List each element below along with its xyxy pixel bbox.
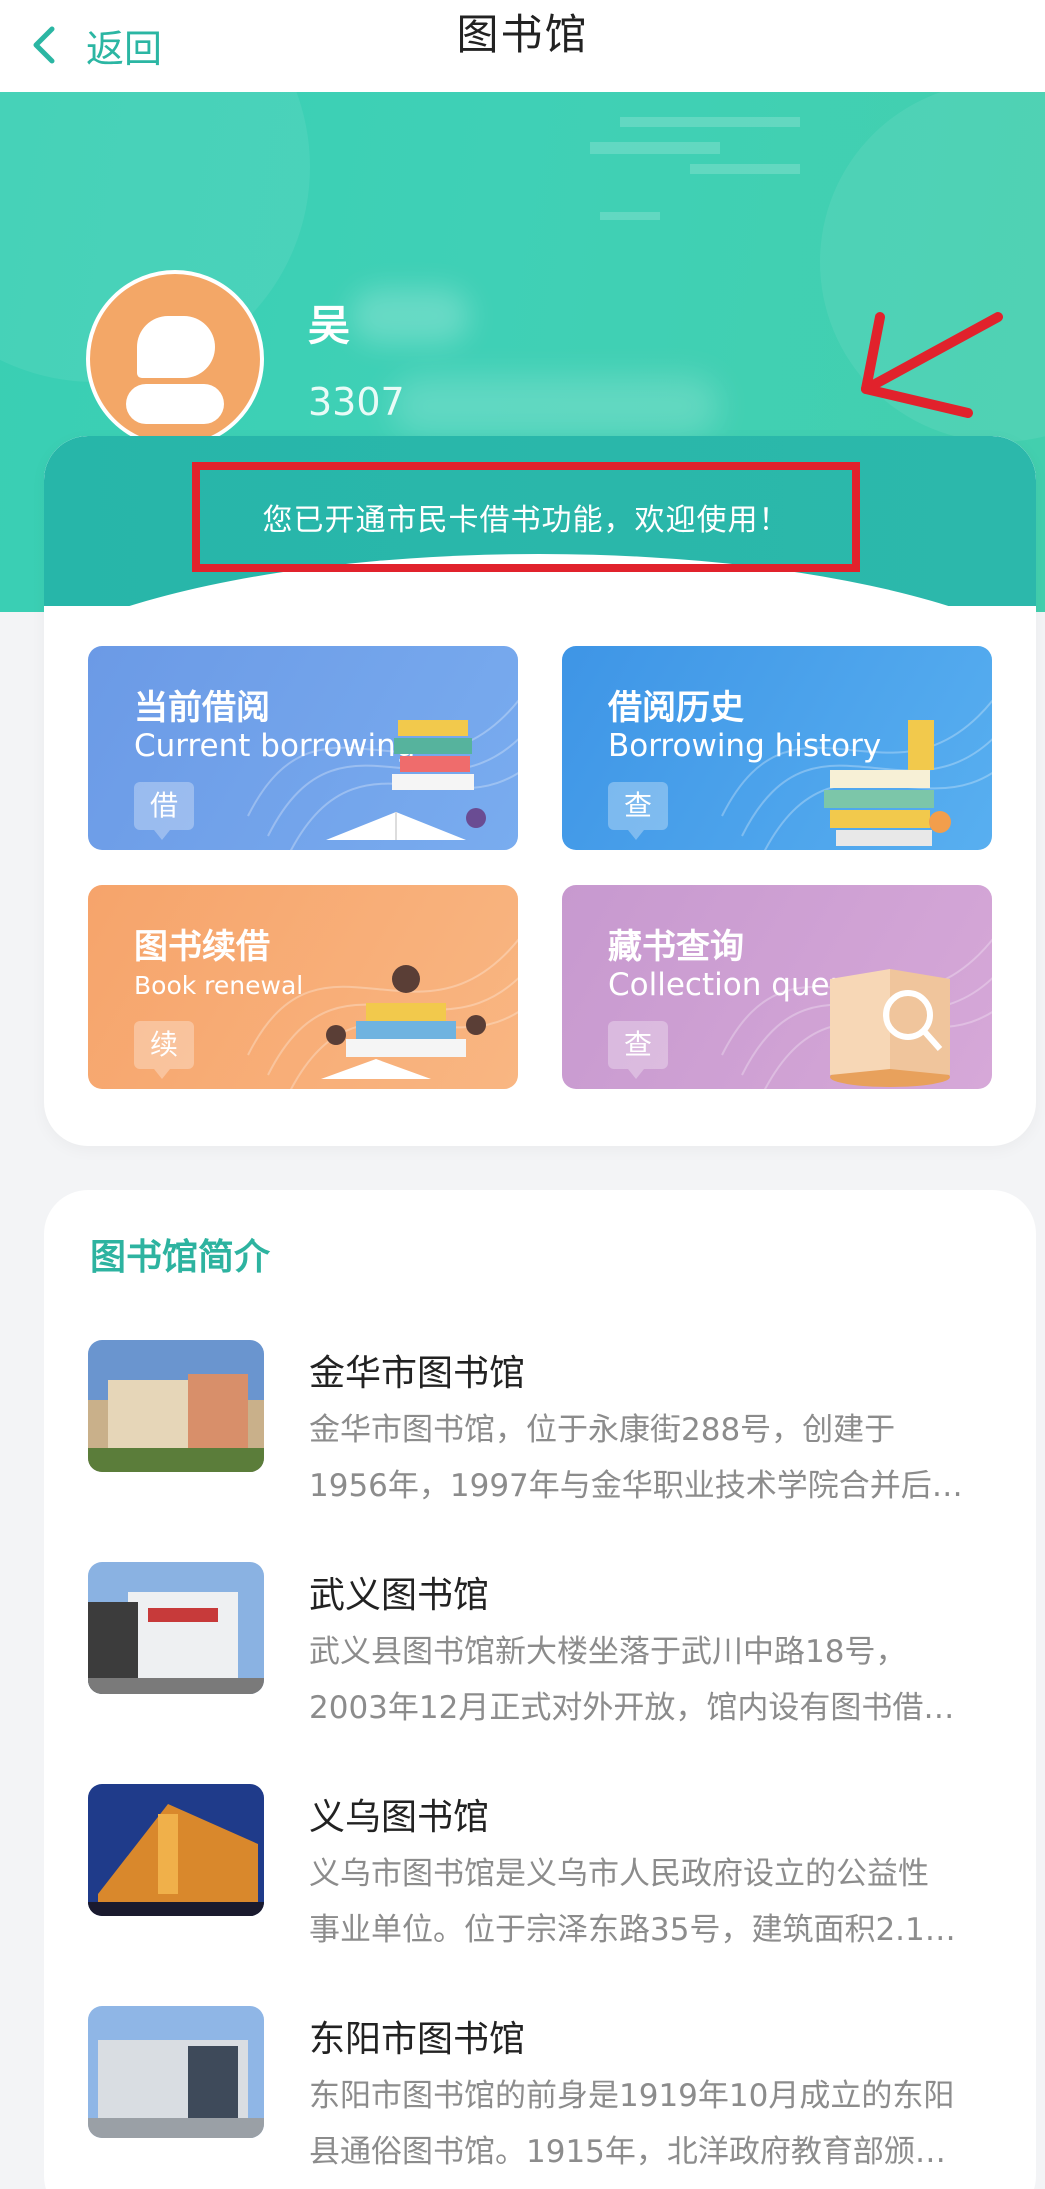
notice-highlight-box: 您已开通市民卡借书功能，欢迎使用！ [192, 462, 860, 572]
library-description: 义乌市图书馆是义乌市人民政府设立的公益性 事业单位。位于宗泽东路35号，建筑面积… [309, 1846, 1009, 1958]
open-book-magnifier-icon [830, 969, 950, 1087]
description-line: 县通俗图书馆。1915年，北洋政府教育部颁… [309, 2134, 946, 2170]
tile-title: 当前借阅 [134, 688, 270, 728]
library-photo [88, 1784, 264, 1916]
library-description: 武义县图书馆新大楼坐落于武川中路18号， 2003年12月正式对外开放，馆内设有… [309, 1624, 1009, 1736]
tile-subtitle: Book renewal [134, 971, 304, 1000]
tile-badge: 续 [134, 1021, 194, 1079]
tile-badge: 借 [134, 782, 194, 840]
avatar-head-shape [137, 316, 215, 378]
tile-collection-query[interactable]: 藏书查询 Collection query 查 [562, 885, 992, 1089]
tile-current-borrowing[interactable]: 当前借阅 Current borrowing 借 [88, 646, 518, 850]
description-line: 1956年，1997年与金华职业技术学院合并后… [309, 1468, 963, 1504]
library-name: 义乌图书馆 [309, 1797, 490, 1838]
readers-icon [321, 965, 486, 1079]
description-line: 2003年12月正式对外开放，馆内设有图书借… [309, 1690, 955, 1726]
description-line: 义乌市图书馆是义乌市人民政府设立的公益性 [309, 1856, 929, 1892]
avatar-body-shape [126, 384, 224, 424]
book-stack-icon [824, 720, 951, 846]
library-name: 武义图书馆 [309, 1575, 490, 1616]
description-line: 金华市图书馆，位于永康街288号，创建于 [309, 1412, 896, 1448]
redacted-blur [390, 376, 720, 436]
library-list-item[interactable]: 东阳市图书馆 东阳市图书馆的前身是1919年10月成立的东阳 县通俗图书馆。19… [44, 2006, 1036, 2189]
tile-book-renewal[interactable]: 图书续借 Book renewal 续 [88, 885, 518, 1089]
avatar [86, 270, 264, 448]
library-description: 东阳市图书馆的前身是1919年10月成立的东阳 县通俗图书馆。1915年，北洋政… [309, 2068, 1009, 2180]
library-photo [88, 1562, 264, 1694]
decorative-lines-icon [590, 117, 800, 220]
tile-badge: 查 [608, 782, 668, 840]
notice-text: 您已开通市民卡借书功能，欢迎使用！ [262, 503, 790, 538]
tile-title: 图书续借 [134, 927, 270, 967]
description-line: 事业单位。位于宗泽东路35号，建筑面积2.1… [309, 1912, 956, 1948]
tile-title: 藏书查询 [608, 927, 744, 967]
library-name: 金华市图书馆 [309, 1353, 526, 1394]
library-page: 返回 图书馆 吴 3307 您已开通市民卡借书功能，欢迎使用！ 当前借阅 Cur… [0, 0, 1045, 2189]
tile-borrowing-history[interactable]: 借阅历史 Borrowing history 查 [562, 646, 992, 850]
top-navbar: 返回 图书馆 [0, 0, 1045, 92]
library-name: 东阳市图书馆 [309, 2019, 526, 2060]
library-list-item[interactable]: 义乌图书馆 义乌市图书馆是义乌市人民政府设立的公益性 事业单位。位于宗泽东路35… [44, 1784, 1036, 1984]
borrow-functions-card: 您已开通市民卡借书功能，欢迎使用！ 当前借阅 Current borrowing… [44, 436, 1036, 1146]
annotation-arrow-icon [861, 312, 1003, 418]
redacted-blur [350, 288, 470, 344]
tile-badge: 查 [608, 1021, 668, 1079]
book-stack-icon [326, 720, 486, 840]
tile-title: 借阅历史 [608, 688, 744, 728]
library-list-item[interactable]: 金华市图书馆 金华市图书馆，位于永康街288号，创建于 1956年，1997年与… [44, 1340, 1036, 1540]
library-list-item[interactable]: 武义图书馆 武义县图书馆新大楼坐落于武川中路18号， 2003年12月正式对外开… [44, 1562, 1036, 1762]
page-title: 图书馆 [456, 10, 589, 59]
user-name: 吴 [308, 301, 351, 350]
section-title: 图书馆简介 [90, 1237, 271, 1278]
library-photo [88, 2006, 264, 2138]
library-description: 金华市图书馆，位于永康街288号，创建于 1956年，1997年与金华职业技术学… [309, 1402, 1009, 1514]
library-photo [88, 1340, 264, 1472]
library-intro-card: 图书馆简介 金华市图书馆 金华市图书馆，位于永康街288号，创建于 1956年，… [44, 1190, 1036, 2189]
description-line: 武义县图书馆新大楼坐落于武川中路18号， [309, 1634, 907, 1670]
description-line: 东阳市图书馆的前身是1919年10月成立的东阳 [309, 2078, 955, 2114]
